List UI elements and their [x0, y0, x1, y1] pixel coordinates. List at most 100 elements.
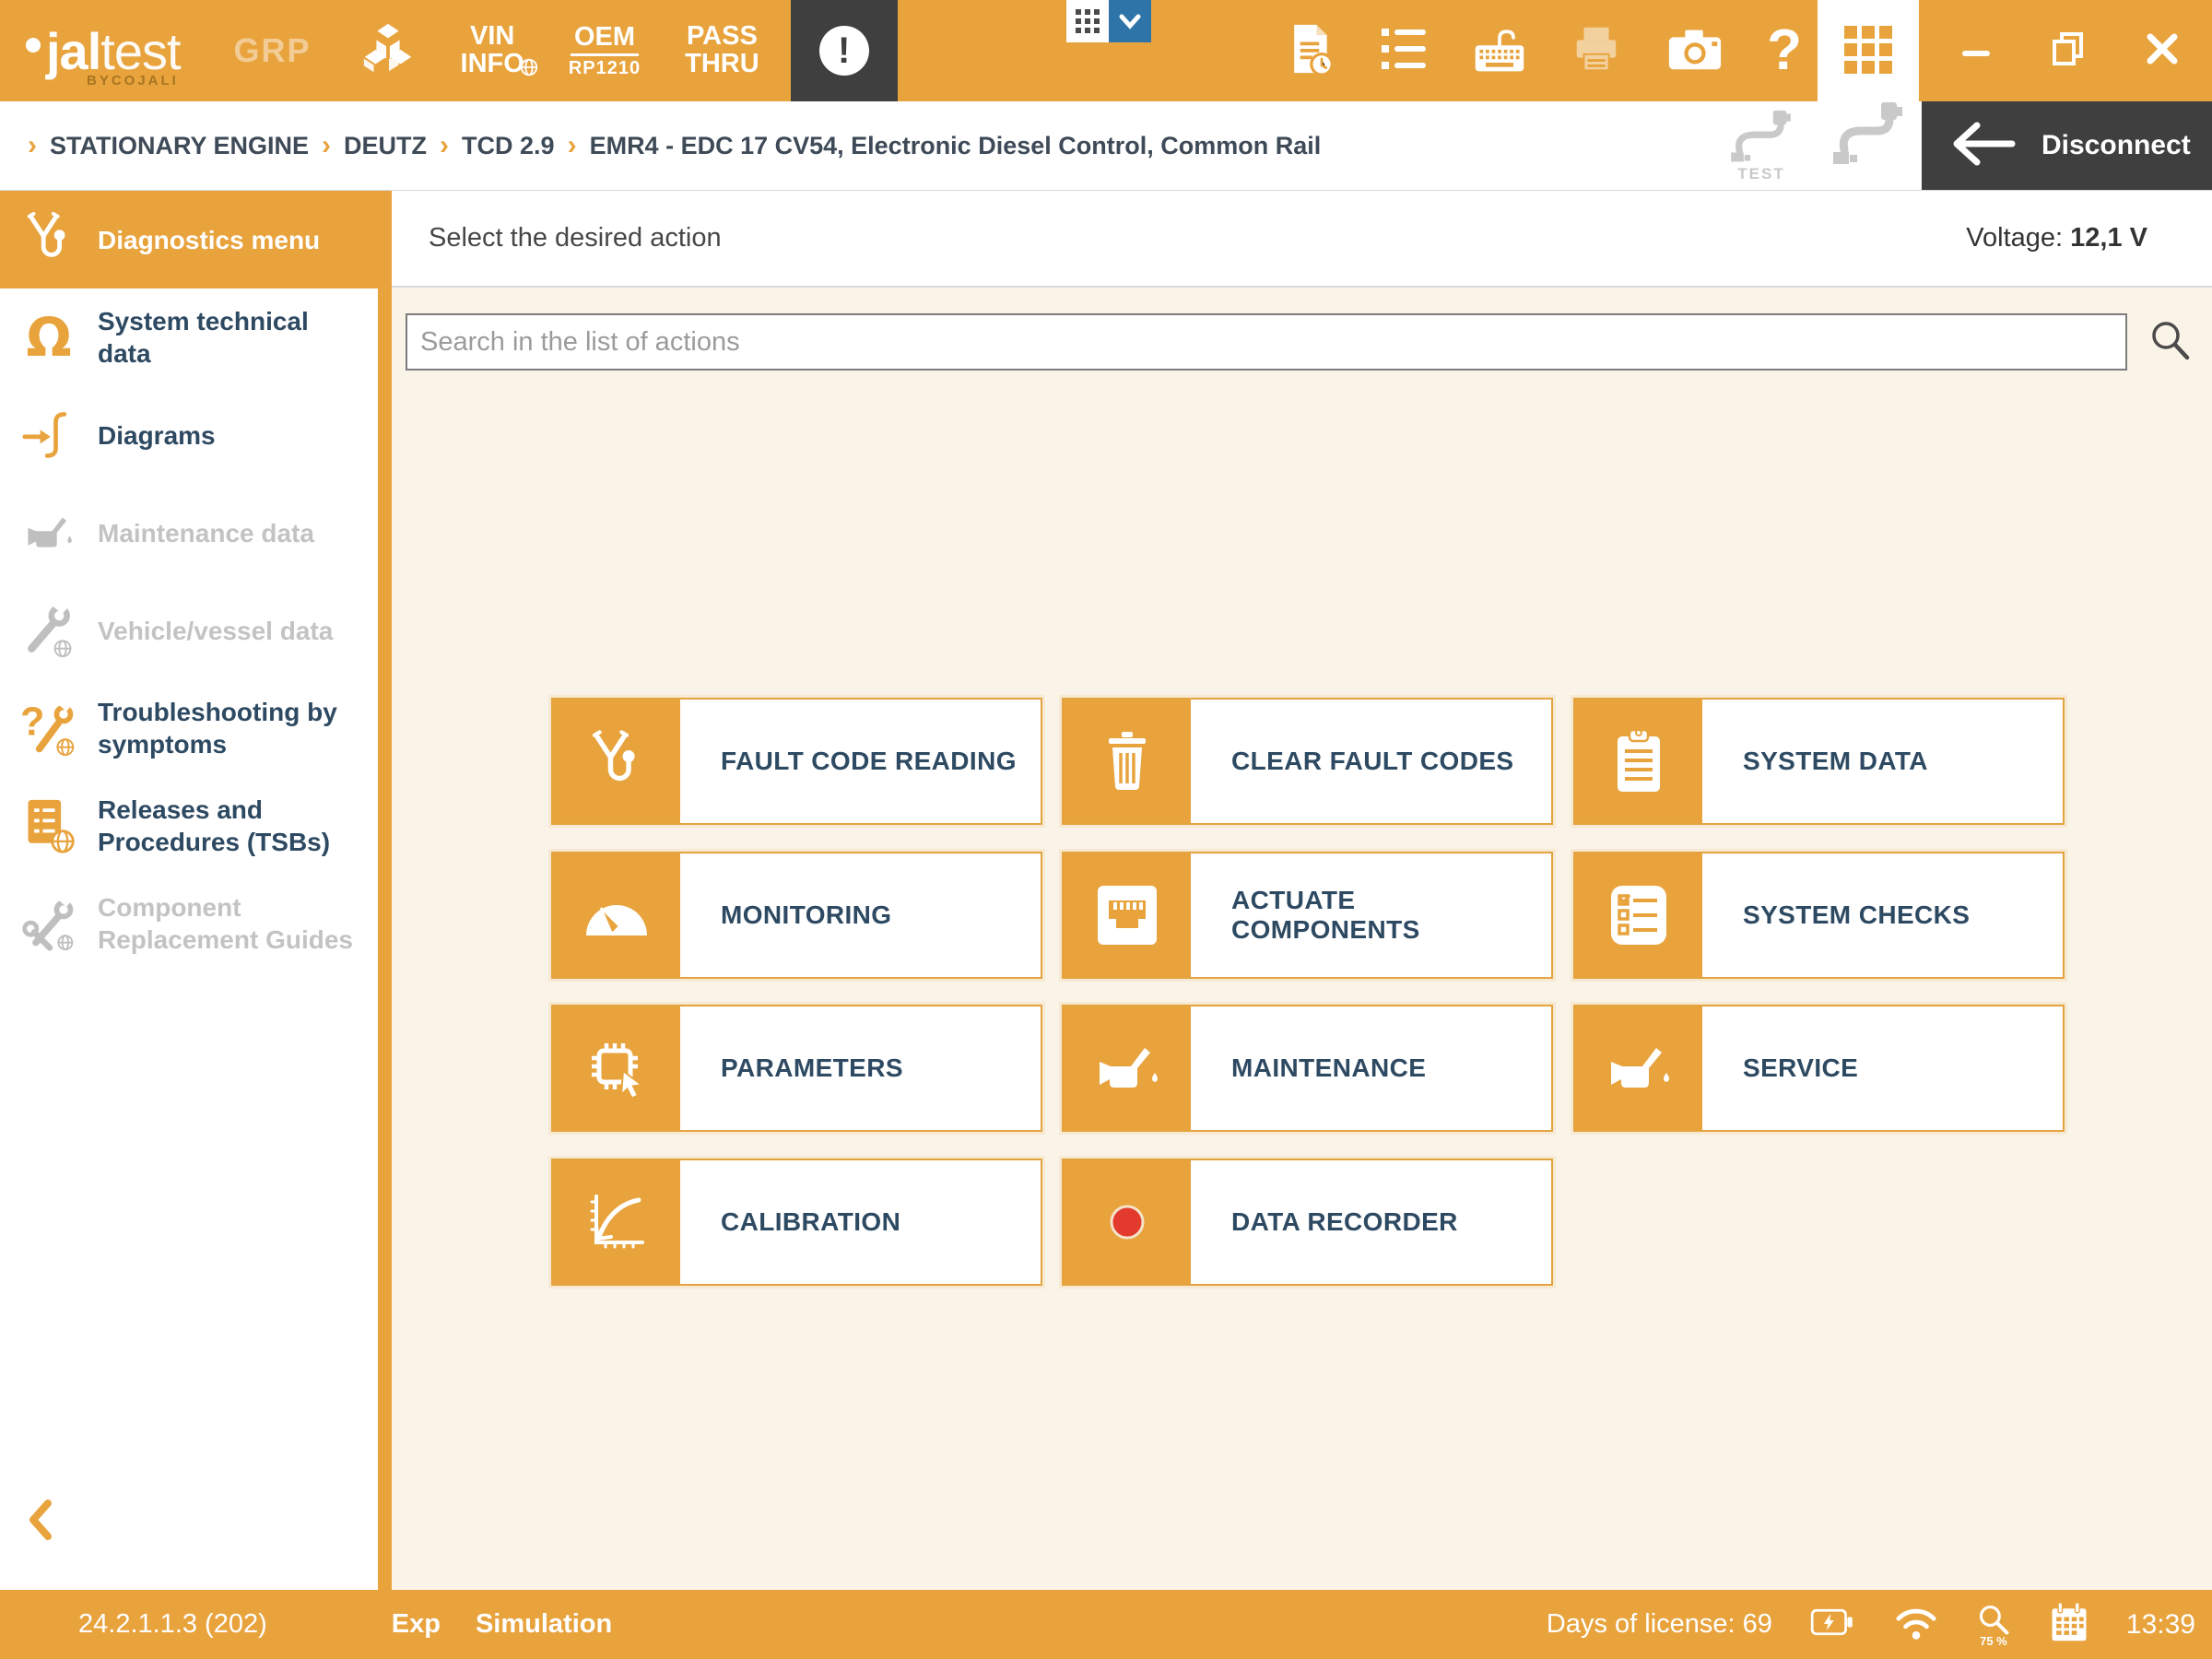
drag-grid-icon — [1066, 0, 1109, 42]
stethoscope-icon — [553, 700, 680, 823]
action-tile-parameters[interactable]: PARAMETERS — [551, 1005, 1042, 1132]
alert-icon: ! — [819, 26, 869, 76]
trash-icon — [1064, 700, 1191, 823]
wrenches-icon — [0, 894, 98, 953]
camera-icon[interactable] — [1665, 24, 1724, 78]
stethoscope-icon — [0, 209, 98, 270]
calendar-icon — [2047, 1600, 2091, 1649]
pass-thru-button[interactable]: PASS THRU — [685, 23, 759, 77]
connector-port-icon — [1064, 853, 1191, 977]
oil-can-icon — [1064, 1006, 1191, 1130]
content-header: Select the desired action Voltage: 12,1 … — [392, 191, 2212, 288]
document-globe-icon — [0, 796, 98, 855]
breadcrumb-item-vehicle-type[interactable]: STATIONARY ENGINE — [50, 132, 309, 160]
notices-tab[interactable]: ! — [791, 0, 898, 101]
sidebar-content-divider — [378, 191, 392, 1590]
zoom-level-indicator: 75 % — [1975, 1604, 2012, 1644]
logo-text-test: test — [100, 22, 180, 80]
minimize-button[interactable] — [1960, 30, 1992, 72]
test-connection-button[interactable]: TEST — [1727, 109, 1795, 183]
simulation-mode-label: Simulation — [476, 1609, 612, 1640]
logo-dot-icon — [26, 38, 41, 53]
calibration-curve-icon — [553, 1160, 680, 1284]
sidebar-item-component-replacement-guides: Component Replacement Guides — [0, 875, 378, 972]
battery-icon — [1807, 1604, 1857, 1645]
action-tile-monitoring[interactable]: MONITORING — [551, 852, 1042, 979]
sidebar-item-releases-procedures[interactable]: Releases and Procedures (TSBs) — [0, 777, 378, 875]
help-button[interactable]: ? — [1767, 22, 1802, 79]
breadcrumb: › STATIONARY ENGINE › DEUTZ › TCD 2.9 › … — [28, 130, 1321, 161]
wrench-globe-icon — [0, 602, 98, 659]
omega-icon: Ω — [0, 311, 98, 364]
collapse-sidebar-button[interactable] — [24, 1498, 57, 1547]
checklist-icon — [1575, 853, 1702, 977]
oil-can-icon — [1575, 1006, 1702, 1130]
voltage-readout: Voltage: 12,1 V — [1966, 223, 2147, 253]
printer-icon[interactable] — [1570, 22, 1623, 80]
wifi-icon — [1892, 1603, 1940, 1646]
sidebar-item-maintenance-data: Maintenance data — [0, 484, 378, 582]
action-tile-system-data[interactable]: SYSTEM DATA — [1573, 698, 2065, 825]
chip-cursor-icon — [553, 1006, 680, 1130]
jaltest-logo: jaltest BYCOJALI — [26, 21, 181, 81]
grp-label: GRP — [234, 31, 312, 70]
connection-cable-icon — [1831, 100, 1905, 171]
clock-label: 13:39 — [2126, 1609, 2195, 1641]
breadcrumb-item-make[interactable]: DEUTZ — [344, 132, 427, 160]
chevron-left-icon — [24, 1498, 57, 1542]
oil-can-icon — [0, 509, 98, 557]
logo-text-jal: jal — [46, 22, 100, 80]
sidebar-item-system-technical-data[interactable]: Ω System technical data — [0, 288, 378, 386]
apps-grid-icon — [1842, 24, 1894, 80]
list-icon[interactable] — [1378, 23, 1430, 79]
search-input[interactable] — [406, 313, 2127, 371]
zoom-level-label: 75 % — [1975, 1638, 2012, 1645]
sidebar-item-vehicle-vessel-data: Vehicle/vessel data — [0, 582, 378, 679]
clipboard-icon — [1575, 700, 1702, 823]
window-layout-dropdown[interactable] — [1066, 0, 1151, 42]
apps-menu-active-tab[interactable] — [1818, 0, 1919, 190]
action-tile-clear-fault-codes[interactable]: CLEAR FAULT CODES — [1062, 698, 1553, 825]
breadcrumb-item-system[interactable]: EMR4 - EDC 17 CV54, Electronic Diesel Co… — [590, 132, 1322, 160]
sidebar-item-troubleshooting-by-symptoms[interactable]: ? Troubleshooting by symptoms — [0, 679, 378, 777]
status-bar: 24.2.1.1.3 (202) Exp Simulation Days of … — [0, 1590, 2212, 1659]
breadcrumb-separator-icon: › — [28, 130, 37, 161]
gauge-icon — [553, 853, 680, 977]
back-arrow-icon — [1949, 120, 2018, 172]
action-tile-service[interactable]: SERVICE — [1573, 1005, 2065, 1132]
svg-text:?: ? — [20, 700, 44, 745]
globe-icon — [519, 57, 539, 81]
restore-window-button[interactable] — [2051, 29, 2086, 73]
exp-label: Exp — [392, 1609, 441, 1640]
action-tile-calibration[interactable]: CALIBRATION — [551, 1159, 1042, 1286]
test-label: TEST — [1727, 165, 1795, 183]
keyboard-icon[interactable] — [1472, 22, 1527, 80]
action-tile-data-recorder[interactable]: DATA RECORDER — [1062, 1159, 1553, 1286]
version-label: 24.2.1.1.3 (202) — [78, 1609, 267, 1640]
sidebar-item-diagnostics-menu[interactable]: Diagnostics menu — [0, 191, 378, 288]
sidebar: Diagnostics menu Ω System technical data… — [0, 191, 378, 1590]
action-tile-maintenance[interactable]: MAINTENANCE — [1062, 1005, 1553, 1132]
cubes-icon[interactable] — [359, 20, 417, 82]
diagram-icon — [0, 407, 98, 463]
page-title: Select the desired action — [429, 223, 722, 253]
close-button[interactable] — [2145, 31, 2180, 71]
chevron-down-icon — [1109, 0, 1151, 42]
report-icon[interactable] — [1284, 20, 1335, 82]
record-icon — [1064, 1160, 1191, 1284]
breadcrumb-separator-icon: › — [568, 130, 577, 161]
action-tile-actuate-components[interactable]: ACTUATE COMPONENTS — [1062, 852, 1553, 979]
main-content: Select the desired action Voltage: 12,1 … — [392, 191, 2212, 1590]
breadcrumb-separator-icon: › — [322, 130, 331, 161]
breadcrumb-item-model[interactable]: TCD 2.9 — [462, 132, 555, 160]
sidebar-item-diagrams[interactable]: Diagrams — [0, 386, 378, 484]
disconnect-button[interactable]: Disconnect — [1922, 101, 2212, 190]
search-icon[interactable] — [2147, 318, 2192, 367]
breadcrumb-separator-icon: › — [440, 130, 449, 161]
action-tile-system-checks[interactable]: SYSTEM CHECKS — [1573, 852, 2065, 979]
license-days-label: Days of license: 69 — [1547, 1609, 1772, 1640]
action-tile-fault-code-reading[interactable]: FAULT CODE READING — [551, 698, 1042, 825]
vin-info-button[interactable]: VIN INFO — [461, 23, 524, 77]
oem-underline — [571, 53, 639, 56]
oem-rp1210-button[interactable]: OEM RP1210 — [569, 24, 641, 78]
